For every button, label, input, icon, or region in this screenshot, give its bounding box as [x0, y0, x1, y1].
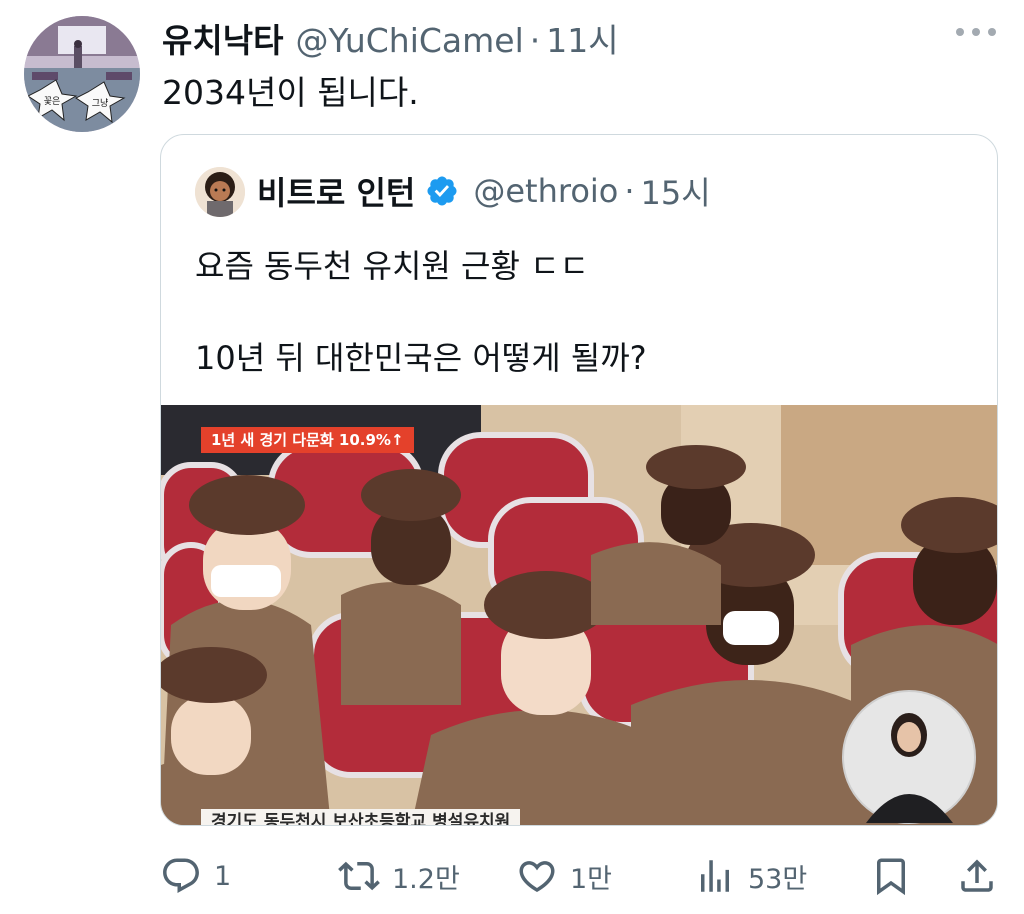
- quoted-tweet-image[interactable]: 1년 새 경기 다문화 10.9%↑ 경기도 동두천시 보산초등학교 병설유치원: [161, 405, 997, 825]
- views-icon: [701, 860, 729, 892]
- more-dot-1: [956, 28, 964, 36]
- verified-badge-icon: [427, 176, 457, 206]
- quoted-author-handle[interactable]: @ethroio: [473, 172, 618, 210]
- avatar-text-right: 그냥: [92, 98, 109, 109]
- quoted-tweet-header: 비트로 인턴 @ethroio · 15시: [257, 169, 711, 213]
- bookmark-icon: [877, 858, 905, 896]
- heart-icon: [519, 861, 555, 893]
- quoted-tweet-time[interactable]: 15시: [641, 168, 711, 214]
- tweet-time[interactable]: 11시: [546, 14, 618, 62]
- more-options-icon[interactable]: [956, 22, 996, 42]
- views-button[interactable]: 53만: [694, 848, 807, 904]
- avatar-text-left: 꽃은: [44, 96, 61, 107]
- quoted-separator-dot: ·: [624, 172, 635, 210]
- news-caption-bottom: 경기도 동두천시 보산초등학교 병설유치원: [201, 809, 521, 825]
- share-icon: [961, 859, 993, 892]
- reply-count: 1: [214, 860, 232, 892]
- author-handle[interactable]: @YuChiCamel: [295, 21, 523, 60]
- reply-button[interactable]: 1: [160, 848, 231, 904]
- separator-dot: ·: [529, 21, 541, 60]
- quoted-author-name[interactable]: 비트로 인턴: [257, 168, 415, 214]
- children-photo: [161, 405, 997, 825]
- retweet-icon: [338, 861, 380, 891]
- quoted-tweet-card[interactable]: 비트로 인턴 @ethroio · 15시 요즘 동두천 유치원 근황 ㄷㄷ 1…: [160, 134, 998, 826]
- like-count: 1만: [570, 863, 613, 895]
- quoted-tweet-text: 요즘 동두천 유치원 근황 ㄷㄷ 10년 뒤 대한민국은 어떻게 될까?: [195, 247, 647, 377]
- retweet-count: 1.2만: [392, 863, 460, 895]
- author-avatar[interactable]: 꽃은 그냥: [24, 16, 140, 132]
- tweet-text: 2034년이 됩니다.: [162, 73, 419, 112]
- view-count: 53만: [748, 863, 808, 895]
- tweet-header: 유치낙타 @YuChiCamel · 11시: [162, 14, 619, 60]
- bookmark-button[interactable]: [870, 848, 912, 904]
- retweet-button[interactable]: 1.2만: [338, 848, 460, 904]
- news-caption-top: 1년 새 경기 다문화 10.9%↑: [201, 427, 414, 453]
- share-button[interactable]: [956, 848, 998, 904]
- more-dot-2: [972, 28, 980, 36]
- author-name[interactable]: 유치낙타: [162, 14, 283, 62]
- more-dot-3: [988, 28, 996, 36]
- tweet-action-bar: 1 1.2만 1만 53만: [160, 848, 1000, 904]
- quoted-author-avatar[interactable]: [195, 167, 245, 217]
- like-button[interactable]: 1만: [516, 848, 612, 904]
- reply-icon: [163, 858, 199, 893]
